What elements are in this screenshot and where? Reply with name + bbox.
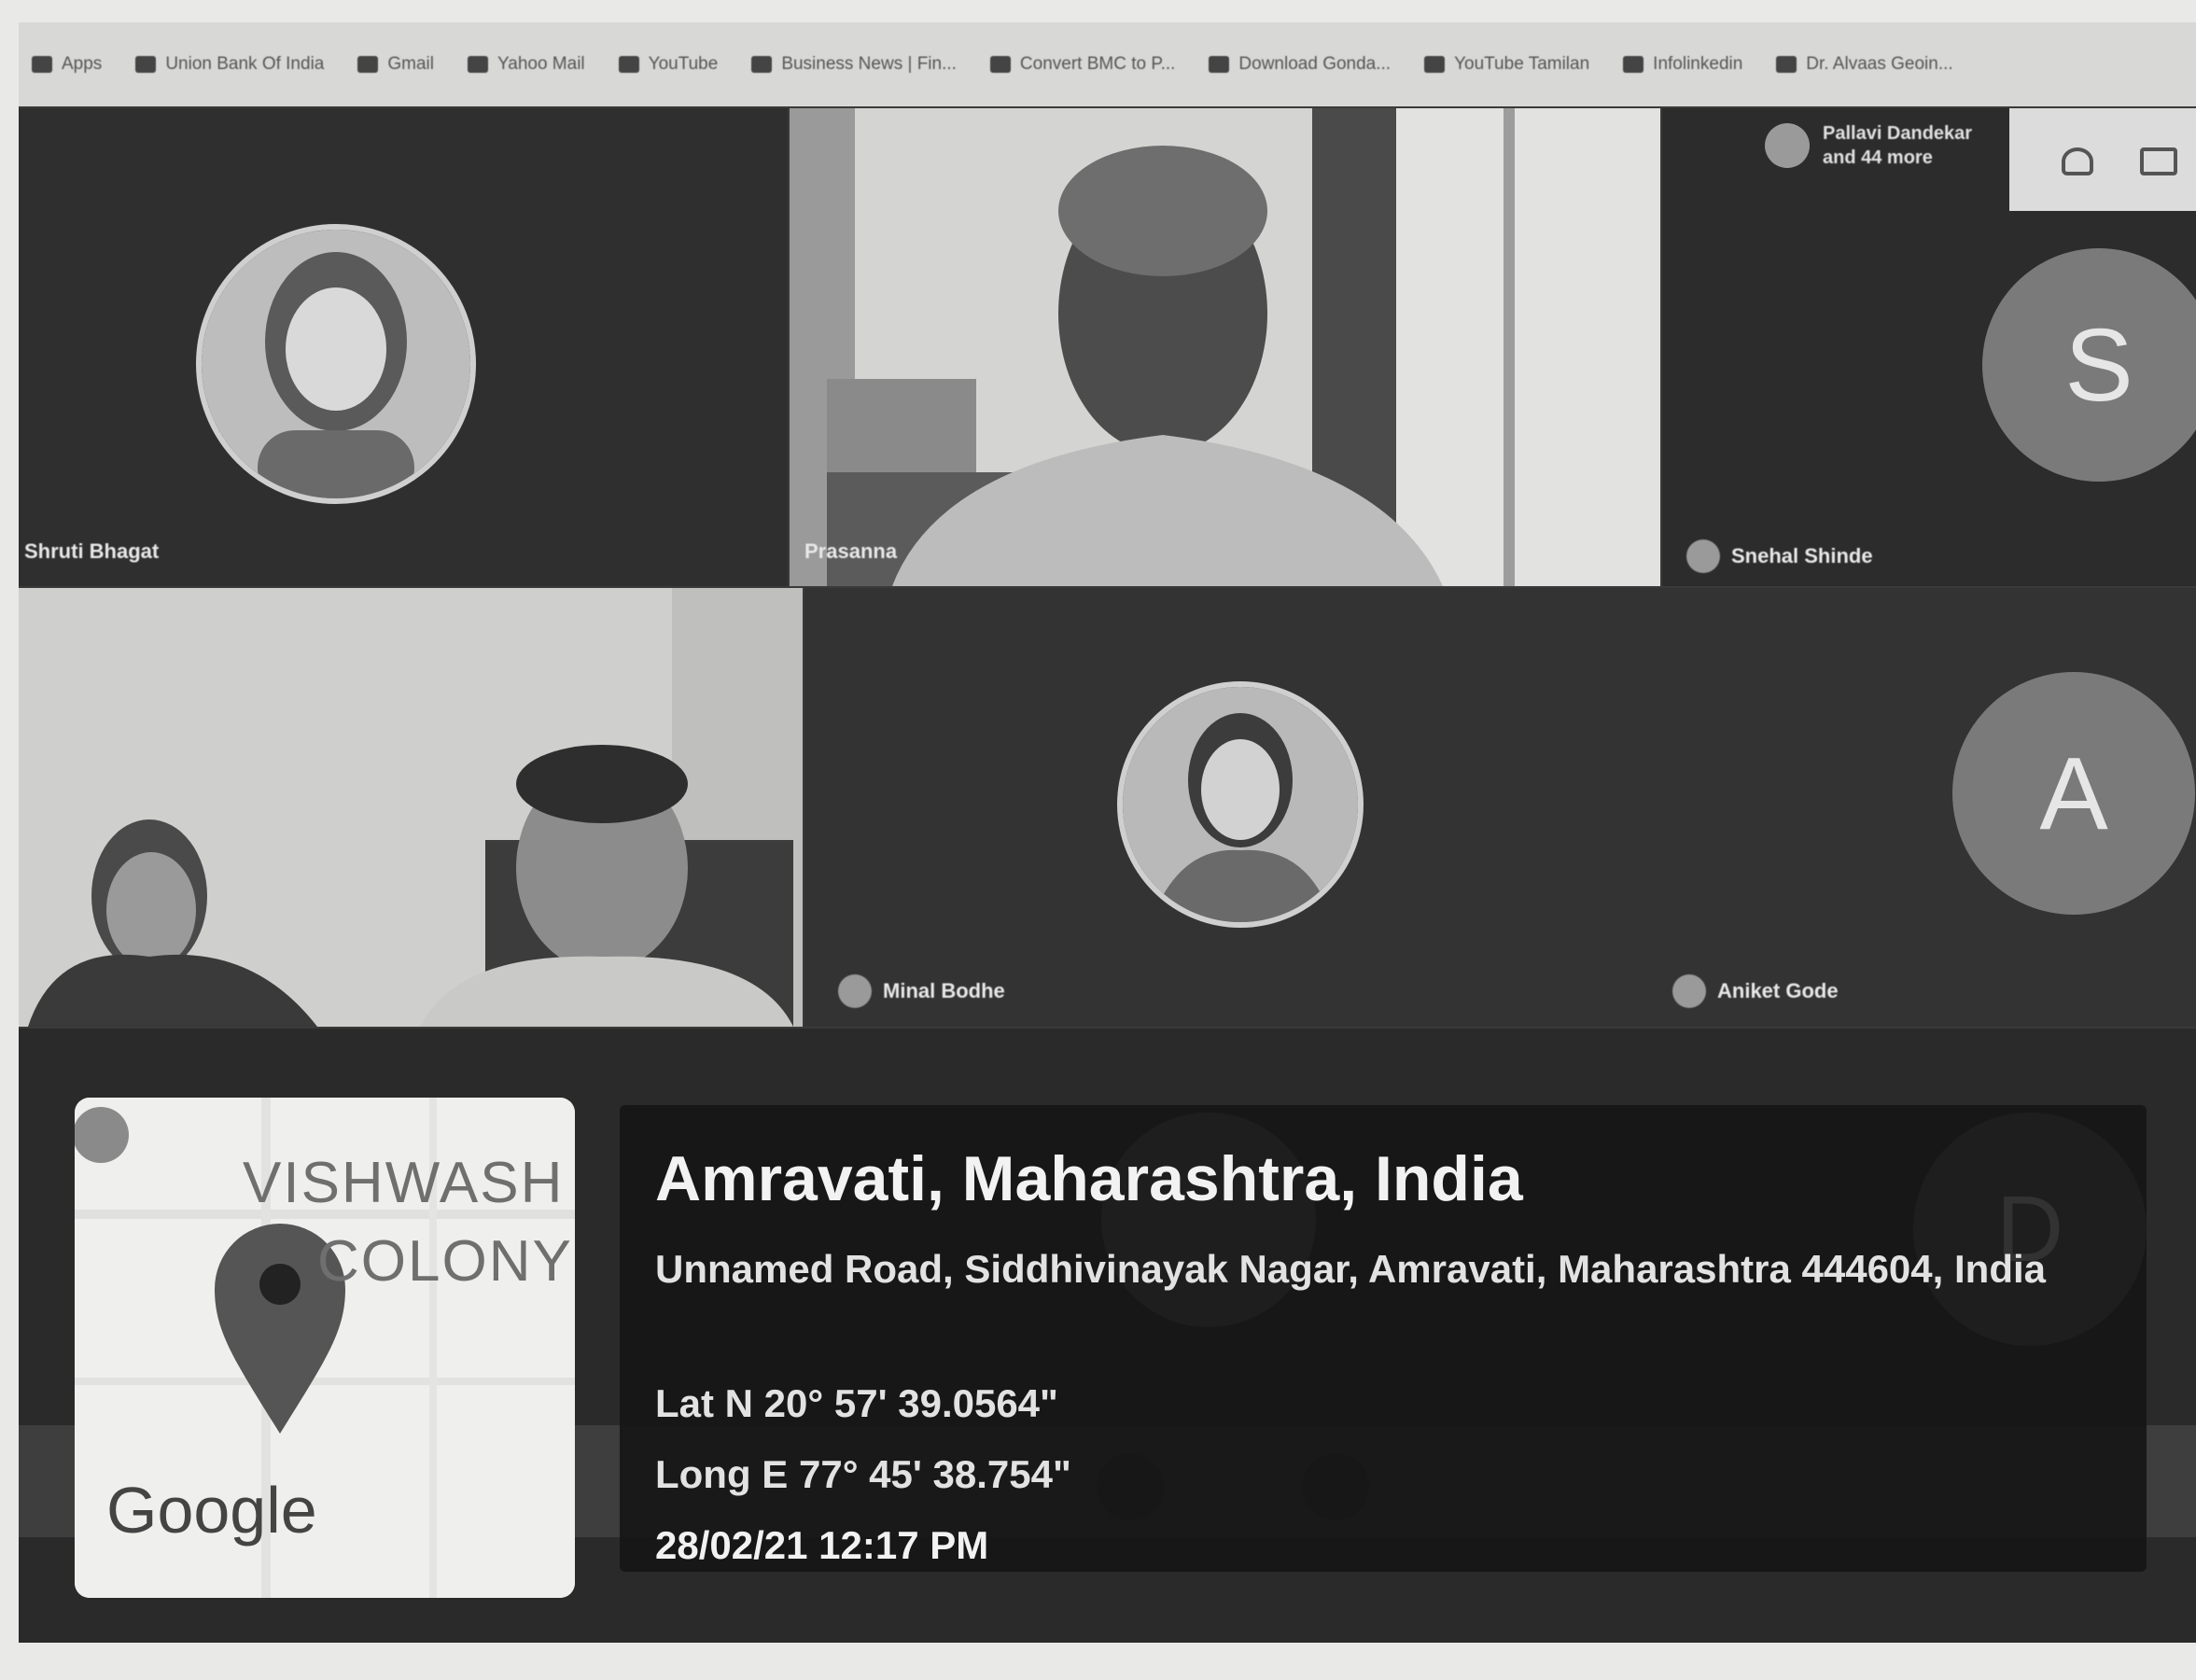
mail-icon [467,56,488,73]
participant-name: Shruti Bhagat [24,539,160,563]
participant-tile[interactable]: Minal Bodhe [804,588,1644,1027]
bookmarks-bar: Apps Union Bank Of India Gmail Yahoo Mai… [19,22,2196,106]
bookmark-item[interactable]: Infolinkedin [1623,54,1742,75]
longitude-readout: Long E 77° 45' 38.754" [655,1452,1071,1496]
bookmark-item[interactable]: Union Bank Of India [135,54,324,75]
participant-photo [196,224,476,504]
bookmark-item[interactable]: Convert BMC to P... [989,54,1175,75]
youtube-icon [1424,56,1446,73]
location-title: Amravati, Maharashtra, India [655,1143,1523,1214]
gmail-icon [357,56,379,73]
bookmark-item[interactable]: Dr. Alvaas Geoin... [1776,54,1953,75]
participant-video [19,588,803,1027]
bookmark-item[interactable]: YouTube [618,54,718,75]
participant-avatar-icon [1765,123,1810,168]
timestamp: 28/02/21 12:17 PM [655,1523,989,1567]
geotag-info-panel: Amravati, Maharashtra, India Unnamed Roa… [620,1105,2147,1572]
participant-name: Aniket Gode [1672,974,1839,1008]
participant-tile[interactable]: Shruti Bhagat [19,108,788,586]
participant-tile[interactable] [19,588,803,1027]
more-participants-chip[interactable]: Pallavi Dandekar and 44 more [1765,121,2009,170]
bookmark-item[interactable]: Apps [32,54,102,75]
map-thumbnail: VISHWASH COLONY Google [75,1098,575,1598]
map-label-line2: COLONY [317,1229,573,1294]
download-icon [1209,56,1230,73]
bank-icon [135,56,157,73]
chat-icon[interactable] [2140,147,2177,175]
web-icon [989,56,1011,73]
participant-avatar-icon [1686,539,1720,573]
panel-toggle-bar[interactable] [2009,108,2196,211]
participant-name: Prasanna [804,539,898,563]
map-label-line1: VISHWASH [243,1151,565,1215]
participant-avatar-icon [1672,974,1706,1008]
bookmark-item[interactable]: YouTube Tamilan [1424,54,1589,75]
participant-photo [1117,681,1364,928]
participant-video [790,108,1660,586]
participant-avatar: S [1982,248,2196,482]
bookmark-item[interactable]: Yahoo Mail [467,54,585,75]
bookmark-item[interactable]: Gmail [357,54,434,75]
participant-name: Minal Bodhe [838,974,1005,1008]
participant-tile[interactable]: A Aniket Gode [1644,588,2196,1027]
people-icon[interactable] [2062,147,2093,175]
location-address: Unnamed Road, Siddhivinayak Nagar, Amrav… [655,1247,2046,1291]
participant-tile[interactable]: Prasanna [790,108,1660,586]
bookmark-item[interactable]: Download Gonda... [1209,54,1391,75]
youtube-icon [618,56,639,73]
web-icon [1623,56,1644,73]
latitude-readout: Lat N 20° 57' 39.0564" [655,1381,1058,1425]
google-logo: Google [106,1474,317,1547]
participant-avatar-icon [838,974,872,1008]
news-icon [751,56,773,73]
bookmark-icon [32,56,52,73]
web-icon [1776,56,1797,73]
bookmark-item[interactable]: Business News | Fin... [751,54,957,75]
participant-avatar: A [1952,672,2195,915]
participant-tile[interactable]: Pallavi Dandekar and 44 more S Snehal Sh… [1662,108,2196,586]
participant-name: Snehal Shinde [1686,539,1873,573]
